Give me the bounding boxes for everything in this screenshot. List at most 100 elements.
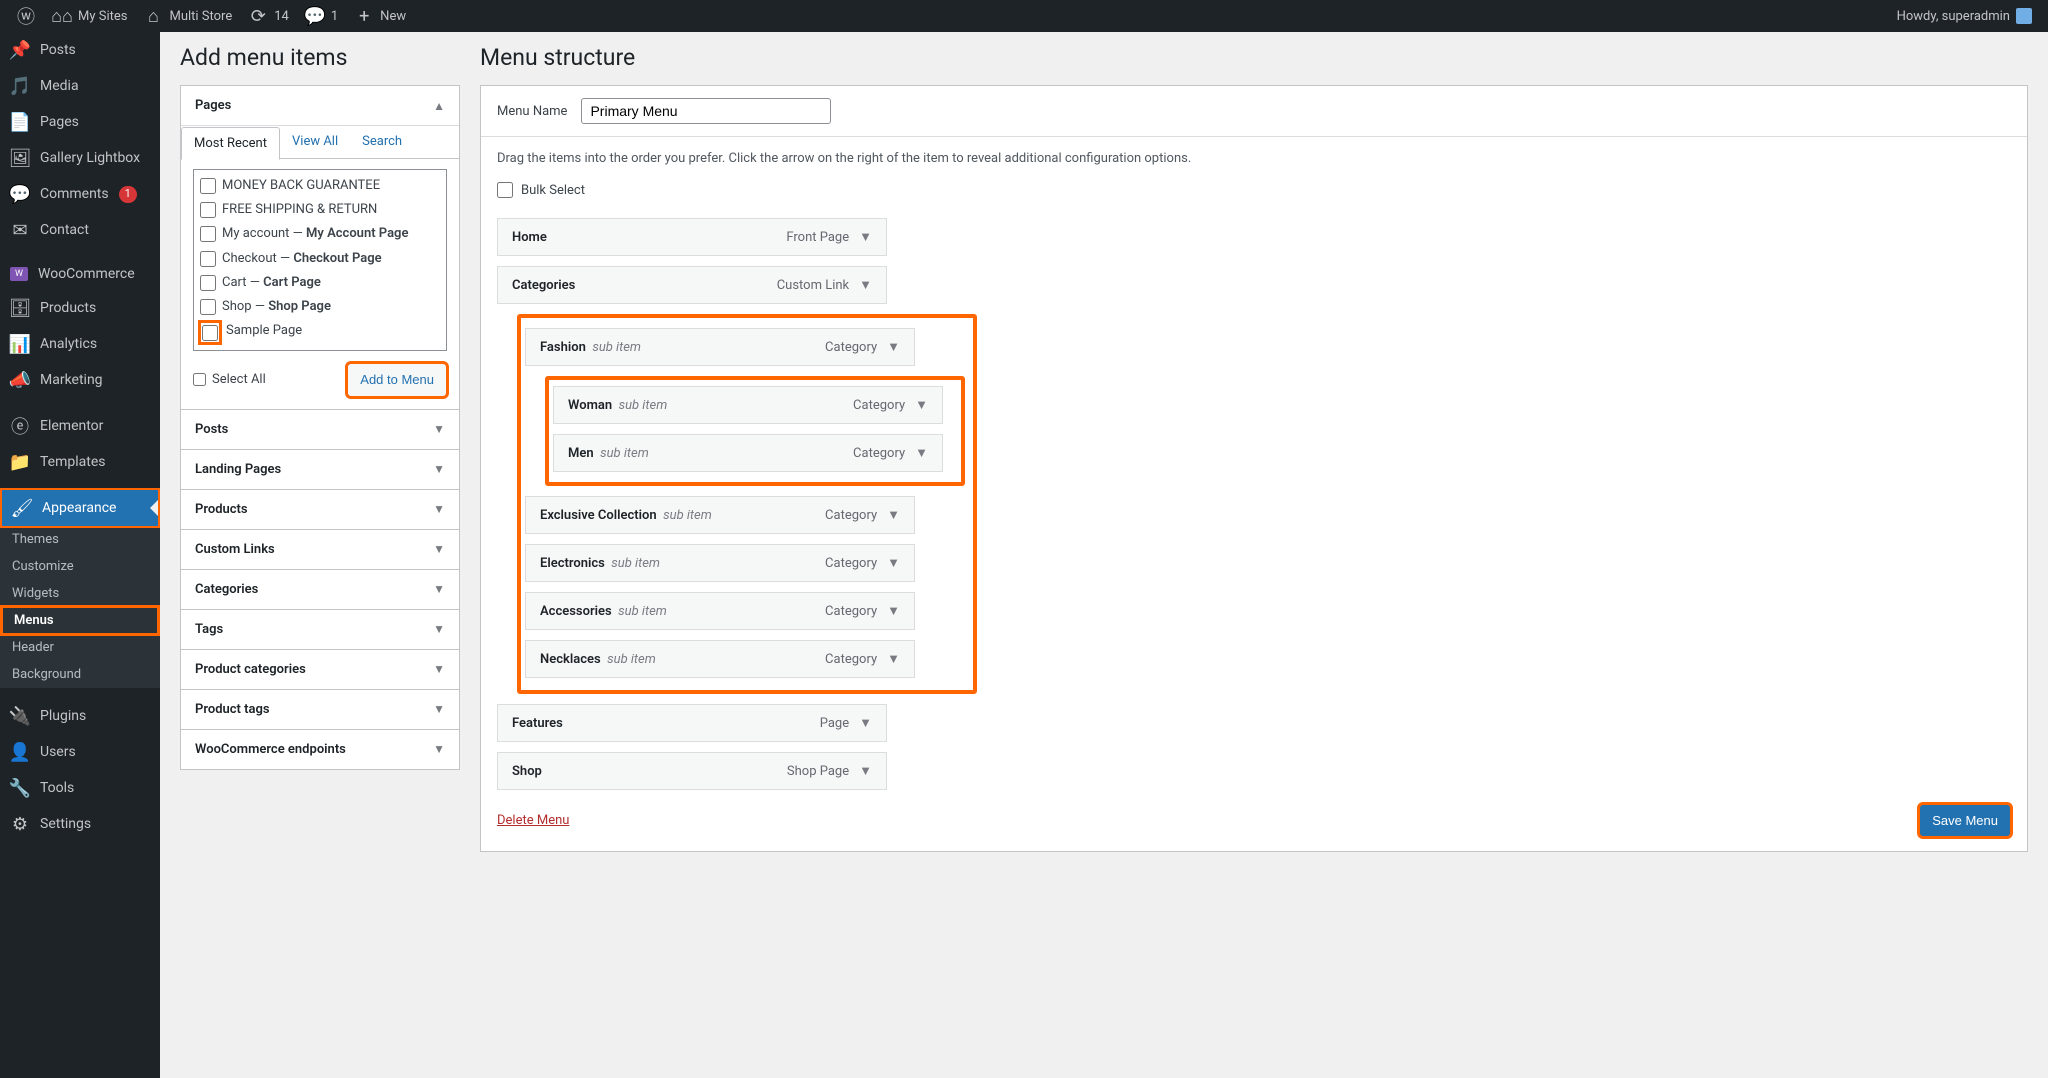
menu-item-men[interactable]: Men sub item Category▼ (553, 434, 943, 472)
menu-media[interactable]: 🎵Media (0, 68, 160, 104)
menu-tools[interactable]: 🔧Tools (0, 770, 160, 806)
metabox-tags: Tags▼ (180, 609, 460, 650)
metabox-tags-toggle[interactable]: Tags▼ (181, 610, 459, 649)
chevron-down-icon[interactable]: ▼ (859, 763, 872, 779)
page-checkbox[interactable] (200, 202, 216, 218)
menu-products[interactable]: 🗄Products (0, 290, 160, 326)
menu-item-fashion[interactable]: Fashion sub item Category▼ (525, 328, 915, 366)
menu-marketing[interactable]: 📣Marketing (0, 362, 160, 398)
submenu-customize[interactable]: Customize (0, 553, 160, 580)
submenu-background[interactable]: Background (0, 661, 160, 688)
menu-item-electronics[interactable]: Electronics sub item Category▼ (525, 544, 915, 582)
menu-item-categories[interactable]: Categories Custom Link▼ (497, 266, 887, 304)
metabox-product-categories-toggle[interactable]: Product categories▼ (181, 650, 459, 689)
menu-analytics[interactable]: 📊Analytics (0, 326, 160, 362)
menu-posts[interactable]: 📌Posts (0, 32, 160, 68)
page-row-sample[interactable]: Sample Page (200, 319, 440, 346)
menu-item-necklaces[interactable]: Necklaces sub item Category▼ (525, 640, 915, 678)
tab-search[interactable]: Search (350, 126, 414, 158)
select-all[interactable]: Select All (193, 372, 266, 387)
menu-templates[interactable]: 📁Templates (0, 444, 160, 480)
chevron-down-icon[interactable]: ▼ (915, 445, 928, 461)
bulk-select-checkbox[interactable] (497, 182, 513, 198)
submenu-header[interactable]: Header (0, 634, 160, 661)
submenu-menus[interactable]: Menus (2, 607, 158, 634)
menu-item-home[interactable]: Home Front Page▼ (497, 218, 887, 256)
archive-icon: 🗄 (10, 298, 30, 318)
menu-structure-heading: Menu structure (480, 44, 2028, 71)
chevron-down-icon[interactable]: ▼ (859, 715, 872, 731)
chevron-down-icon[interactable]: ▼ (915, 397, 928, 413)
metabox-products-toggle[interactable]: Products▼ (181, 490, 459, 529)
menu-plugins[interactable]: 🔌Plugins (0, 698, 160, 734)
chevron-down-icon[interactable]: ▼ (887, 507, 900, 523)
metabox-pages-toggle[interactable]: Pages ▲ (181, 86, 459, 125)
menu-users[interactable]: 👤Users (0, 734, 160, 770)
menu-comments[interactable]: 💬Comments1 (0, 176, 160, 212)
metabox-product-categories: Product categories▼ (180, 649, 460, 690)
menu-item-exclusive[interactable]: Exclusive Collection sub item Category▼ (525, 496, 915, 534)
menu-item-shop[interactable]: Shop Shop Page▼ (497, 752, 887, 790)
page-checkbox-sample[interactable] (202, 325, 218, 341)
chevron-down-icon[interactable]: ▼ (887, 603, 900, 619)
chevron-down-icon[interactable]: ▼ (887, 555, 900, 571)
bulk-select[interactable]: Bulk Select (497, 182, 585, 198)
chevron-down-icon[interactable]: ▼ (859, 229, 872, 245)
comments-link[interactable]: 💬1 (297, 0, 346, 32)
page-checkbox[interactable] (200, 299, 216, 315)
metabox-posts-toggle[interactable]: Posts▼ (181, 410, 459, 449)
submenu-widgets[interactable]: Widgets (0, 580, 160, 607)
chevron-down-icon[interactable]: ▼ (887, 651, 900, 667)
submenu-themes[interactable]: Themes (0, 526, 160, 553)
delete-menu-link[interactable]: Delete Menu (497, 813, 569, 828)
caret-down-icon: ▼ (433, 582, 445, 596)
menu-pages[interactable]: 📄Pages (0, 104, 160, 140)
pages-list[interactable]: MONEY BACK GUARANTEE FREE SHIPPING & RET… (193, 169, 447, 351)
metabox-categories-toggle[interactable]: Categories▼ (181, 570, 459, 609)
page-row[interactable]: My account — My Account Page (200, 222, 440, 246)
metabox-products: Products▼ (180, 489, 460, 530)
page-row[interactable]: FREE SHIPPING & RETURN (200, 198, 440, 222)
page-checkbox[interactable] (200, 275, 216, 291)
chevron-down-icon[interactable]: ▼ (859, 277, 872, 293)
updates-count: 14 (274, 9, 289, 24)
page-row[interactable]: Checkout — Checkout Page (200, 247, 440, 271)
save-menu-button[interactable]: Save Menu (1919, 804, 2011, 837)
tab-view-all[interactable]: View All (280, 126, 350, 158)
caret-down-icon: ▼ (433, 462, 445, 476)
add-to-menu-button[interactable]: Add to Menu (347, 363, 447, 396)
menu-settings[interactable]: ⚙Settings (0, 806, 160, 842)
metabox-woo-endpoints-toggle[interactable]: WooCommerce endpoints▼ (181, 730, 459, 769)
metabox-product-tags-toggle[interactable]: Product tags▼ (181, 690, 459, 729)
menu-woocommerce[interactable]: WWooCommerce (0, 258, 160, 290)
metabox-landing-toggle[interactable]: Landing Pages▼ (181, 450, 459, 489)
tab-most-recent[interactable]: Most Recent (181, 127, 280, 160)
menu-contact[interactable]: ✉Contact (0, 212, 160, 248)
metabox-custom-links-toggle[interactable]: Custom Links▼ (181, 530, 459, 569)
wp-logo[interactable]: ⓦ (8, 0, 44, 32)
add-items-heading: Add menu items (180, 44, 460, 71)
menu-appearance[interactable]: 🖌Appearance (2, 490, 158, 526)
menu-item-features[interactable]: Features Page▼ (497, 704, 887, 742)
pages-tabs: Most Recent View All Search (181, 126, 459, 159)
menu-item-accessories[interactable]: Accessories sub item Category▼ (525, 592, 915, 630)
menu-item-woman[interactable]: Woman sub item Category▼ (553, 386, 943, 424)
page-row[interactable]: Shop — Shop Page (200, 295, 440, 319)
menu-elementor[interactable]: ⓔElementor (0, 408, 160, 444)
page-row[interactable]: Cart — Cart Page (200, 271, 440, 295)
site-name-link[interactable]: ⌂Multi Store (135, 0, 240, 32)
page-row[interactable]: MONEY BACK GUARANTEE (200, 174, 440, 198)
select-all-checkbox[interactable] (193, 373, 206, 386)
chevron-down-icon[interactable]: ▼ (887, 339, 900, 355)
avatar (2016, 8, 2032, 24)
page-checkbox[interactable] (200, 178, 216, 194)
updates-link[interactable]: ⟳14 (240, 0, 297, 32)
my-account-link[interactable]: Howdy, superadmin (1889, 0, 2040, 32)
menu-gallery[interactable]: 🖼Gallery Lightbox (0, 140, 160, 176)
page-checkbox[interactable] (200, 251, 216, 267)
menu-name-input[interactable] (581, 98, 831, 124)
my-sites-link[interactable]: ⌂⌂My Sites (44, 0, 135, 32)
menu-name-label: Menu Name (497, 104, 567, 119)
page-checkbox[interactable] (200, 226, 216, 242)
new-content-link[interactable]: +New (346, 0, 414, 32)
